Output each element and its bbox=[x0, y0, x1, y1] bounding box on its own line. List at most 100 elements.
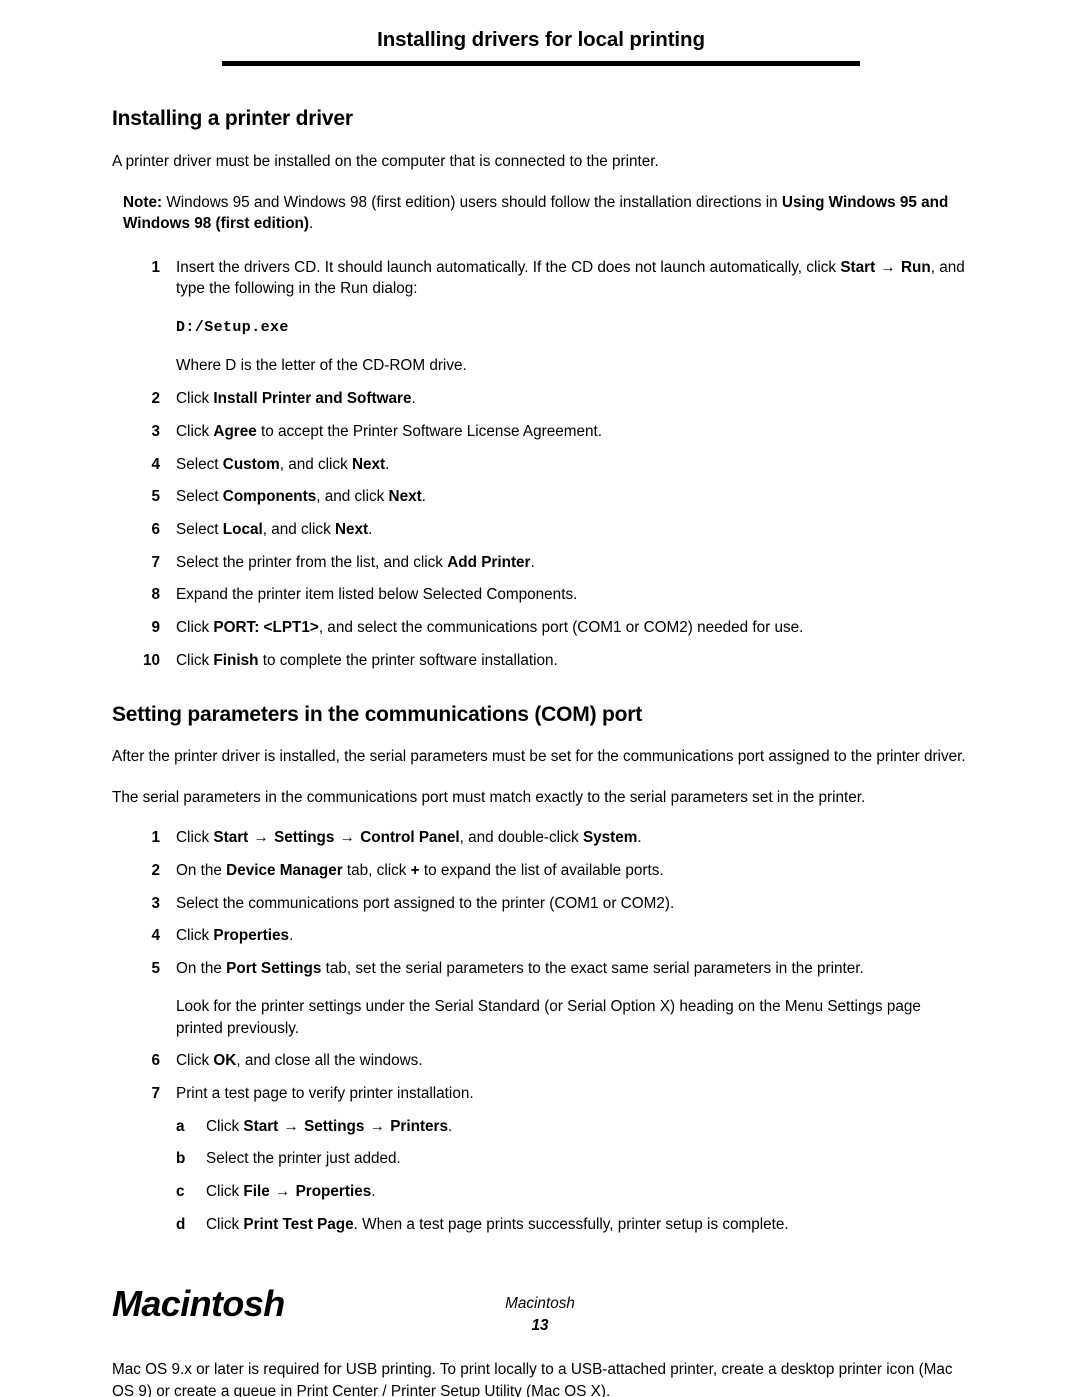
step-text: Click Properties. bbox=[176, 927, 293, 944]
text-run: . bbox=[385, 455, 390, 473]
step-item: 1 Insert the drivers CD. It should launch… bbox=[112, 257, 968, 377]
step-marker: 9 bbox=[151, 619, 160, 637]
text-run: Click bbox=[206, 1117, 244, 1135]
emphasis-run: Agree bbox=[213, 422, 257, 440]
arrow-glyph: → bbox=[335, 829, 360, 847]
step-marker: 1 bbox=[151, 258, 160, 276]
substep-text: Click Start → Settings → Printers. bbox=[206, 1118, 452, 1135]
emphasis-run: Port Settings bbox=[226, 960, 322, 978]
step-text: Click Install Printer and Software. bbox=[176, 390, 416, 407]
text-run: , and click bbox=[279, 455, 352, 473]
text-run: . bbox=[637, 829, 642, 847]
emphasis-run: Components bbox=[222, 488, 317, 506]
note-text-tail: . bbox=[308, 215, 314, 233]
text-run: to complete the printer software install… bbox=[258, 651, 558, 669]
step-sub-paragraph: Look for the printer settings under the … bbox=[176, 997, 921, 1037]
step-marker: 4 bbox=[151, 927, 160, 945]
emphasis-run: Properties bbox=[213, 927, 290, 945]
emphasis-run: Custom bbox=[222, 455, 280, 473]
step-marker: 1 bbox=[151, 829, 160, 847]
com-port-intro-paragraph-2: The serial parameters in the communicati… bbox=[112, 788, 866, 806]
substep-marker: c bbox=[176, 1183, 185, 1201]
text-run: to expand the list of available ports. bbox=[419, 861, 664, 879]
text-run: . bbox=[421, 488, 426, 506]
footer-section-title: Macintosh bbox=[505, 1295, 575, 1312]
text-run: , and double-click bbox=[459, 829, 583, 847]
substep-marker: d bbox=[176, 1215, 186, 1233]
text-run: Expand the printer item listed below Sel… bbox=[176, 586, 578, 604]
com-port-intro-paragraph-1: After the printer driver is installed, t… bbox=[112, 747, 966, 765]
substep-item: d Click Print Test Page. When a test page… bbox=[176, 1214, 968, 1236]
step-item: 7 Print a test page to verify printer ins… bbox=[112, 1083, 968, 1105]
step-item: 9 Click PORT: <LPT1>, and select the comm… bbox=[112, 617, 968, 639]
text-run: . bbox=[530, 553, 535, 571]
text-run: , and click bbox=[262, 521, 335, 539]
text-run: Select the printer just added. bbox=[206, 1150, 401, 1168]
substep-list: a Click Start → Settings → Printers. b Sele… bbox=[176, 1116, 968, 1236]
step-text: Print a test page to verify printer inst… bbox=[176, 1085, 474, 1102]
emphasis-run: Add Printer bbox=[447, 553, 531, 571]
step-text: Click Agree to accept the Printer Softwa… bbox=[176, 423, 602, 440]
step-marker: 3 bbox=[151, 894, 160, 912]
step-text: Select the printer from the list, and cl… bbox=[176, 554, 535, 571]
text-run: tab, click bbox=[342, 861, 411, 879]
document-page: Installing drivers for local printing In… bbox=[0, 0, 1080, 1397]
text-run: . bbox=[368, 521, 373, 539]
substep-item: b Select the printer just added. bbox=[176, 1148, 968, 1170]
step-item: 3 Click Agree to accept the Printer Softw… bbox=[112, 421, 968, 443]
com-port-step-list: 1 Click Start → Settings → Control Panel,… bbox=[112, 827, 968, 1235]
emphasis-run: Printers bbox=[390, 1117, 449, 1135]
text-run: Click bbox=[176, 927, 214, 945]
text-run: Click bbox=[176, 390, 214, 408]
emphasis-run: OK bbox=[213, 1052, 237, 1070]
page-footer: Macintosh 13 bbox=[0, 1294, 1080, 1336]
note-paragraph: Note: Windows 95 and Windows 98 (first e… bbox=[112, 192, 968, 235]
emphasis-run: PORT: <LPT1> bbox=[213, 619, 319, 637]
text-run: Select the communications port assigned … bbox=[176, 894, 675, 912]
step-text: Click OK, and close all the windows. bbox=[176, 1052, 423, 1069]
step-text: Select Local, and click Next. bbox=[176, 521, 372, 538]
macintosh-body-paragraph: Mac OS 9.x or later is required for USB … bbox=[112, 1361, 953, 1397]
text-run: Select bbox=[176, 521, 223, 539]
step-item: 2 On the Device Manager tab, click + to e… bbox=[112, 860, 968, 882]
header-divider-rule bbox=[222, 60, 860, 66]
emphasis-run: Print Test Page bbox=[243, 1215, 354, 1233]
emphasis-run: Start bbox=[243, 1117, 279, 1135]
emphasis-run: Start bbox=[840, 258, 876, 276]
text-run: Click bbox=[176, 619, 214, 637]
printer-driver-step-list: 1 Insert the drivers CD. It should launch… bbox=[112, 257, 968, 672]
emphasis-run: Local bbox=[222, 521, 263, 539]
text-run: , and close all the windows. bbox=[236, 1052, 423, 1070]
step-text: Select the communications port assigned … bbox=[176, 895, 674, 912]
emphasis-run: Control Panel bbox=[360, 829, 460, 847]
emphasis-run: Finish bbox=[213, 651, 259, 669]
step-text: On the Port Settings tab, set the serial… bbox=[176, 960, 864, 977]
step-marker: 5 bbox=[151, 960, 160, 978]
text-run: , and click bbox=[316, 488, 389, 506]
footer-page-number: 13 bbox=[531, 1316, 549, 1334]
substep-item: c Click File → Properties. bbox=[176, 1181, 968, 1203]
text-run: Select the printer from the list, and cl… bbox=[176, 553, 448, 571]
arrow-glyph: → bbox=[279, 1117, 304, 1135]
step-marker: 8 bbox=[151, 586, 160, 604]
substep-marker: a bbox=[176, 1117, 185, 1135]
step-item: 1 Click Start → Settings → Control Panel,… bbox=[112, 827, 968, 849]
step-marker: 4 bbox=[151, 455, 160, 473]
emphasis-run: Start bbox=[213, 829, 249, 847]
step-item: 3 Select the communications port assigned… bbox=[112, 893, 968, 915]
step-item: 7 Select the printer from the list, and c… bbox=[112, 552, 968, 574]
substep-text: Click File → Properties. bbox=[206, 1183, 375, 1200]
running-header: Installing drivers for local printing bbox=[222, 28, 860, 66]
emphasis-run: + bbox=[410, 861, 420, 879]
text-run: Click bbox=[176, 651, 214, 669]
substep-text: Select the printer just added. bbox=[206, 1150, 401, 1167]
text-run: Click bbox=[206, 1183, 244, 1201]
step-marker: 6 bbox=[151, 521, 160, 539]
step-marker: 6 bbox=[151, 1052, 160, 1070]
emphasis-run: Settings bbox=[304, 1117, 365, 1135]
printer-driver-intro-paragraph: A printer driver must be installed on th… bbox=[112, 153, 659, 171]
emphasis-run: Next bbox=[334, 521, 369, 539]
section-heading-com-port: Setting parameters in the communications… bbox=[112, 702, 643, 726]
step-marker: 3 bbox=[151, 422, 160, 440]
text-run: Select bbox=[176, 488, 223, 506]
